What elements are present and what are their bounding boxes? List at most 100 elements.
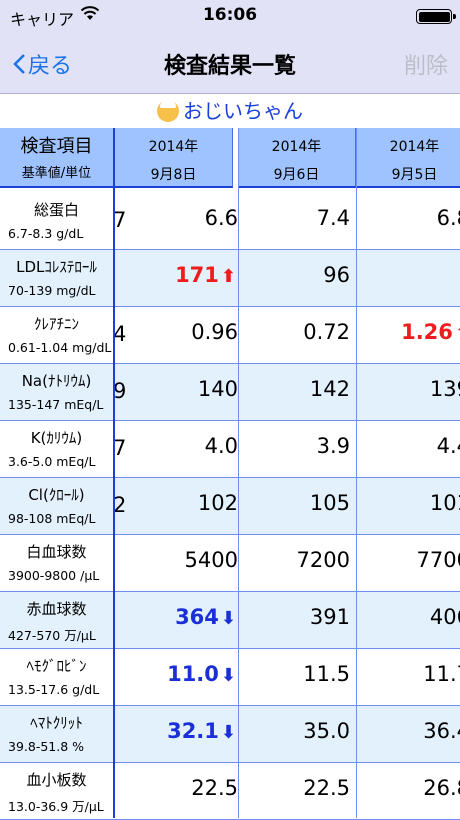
old-man-emoji-icon	[157, 99, 179, 122]
result-cell[interactable]: 171 ⬆	[175, 263, 236, 287]
test-item-name: ｸﾚｱﾁﾆﾝ	[33, 315, 79, 333]
clipped-value: 4	[113, 322, 127, 346]
value-text: 7.4	[316, 206, 350, 230]
result-cell[interactable]: 35.0	[303, 719, 350, 743]
reference-range: 70-139 mg/dL	[8, 283, 96, 298]
delete-button[interactable]: 削除	[404, 48, 448, 80]
result-cell[interactable]: 7200	[297, 548, 350, 572]
table-row[interactable]: K(ｶﾘｳﾑ) 3.6-5.0 mEq/L 7 4.0 3.9 4.4	[0, 421, 460, 478]
result-cell[interactable]: 96	[323, 263, 350, 287]
person-name-bar[interactable]: おじいちゃん	[0, 94, 460, 128]
date-year: 2014年	[148, 139, 199, 155]
result-cell[interactable]: 36.4	[423, 719, 460, 743]
table-row[interactable]: 総蛋白 6.7-8.3 g/dL 7 6.6 7.4 6.8	[0, 193, 460, 250]
result-cell[interactable]: 364 ⬇	[175, 605, 236, 629]
value-text: 6.8	[436, 206, 460, 230]
reference-range: 135-147 mEq/L	[8, 397, 104, 412]
result-cell[interactable]: 32.1 ⬇	[167, 719, 236, 743]
value-text: 171	[175, 263, 219, 287]
test-item-name: 血小板数	[26, 771, 87, 789]
result-cell[interactable]: 139	[430, 377, 460, 401]
date-year: 2014年	[389, 139, 440, 155]
result-cell[interactable]: 7.4	[317, 206, 350, 230]
value-text: 11.5	[303, 662, 350, 686]
test-item-name: 総蛋白	[33, 201, 79, 219]
value-text: 105	[309, 491, 350, 515]
value-text: 139	[429, 377, 460, 401]
result-cell[interactable]: 0.96	[191, 320, 238, 344]
clipped-value: 2	[113, 493, 127, 517]
table-row[interactable]: ｸﾚｱﾁﾆﾝ 0.61-1.04 mg/dL4 0.96 0.72 1.26⬆	[0, 307, 460, 364]
result-cell[interactable]: 142	[310, 377, 350, 401]
column-divider	[356, 128, 357, 818]
clipped-value: 9	[113, 379, 127, 403]
result-cell[interactable]: 6.8	[437, 206, 460, 230]
result-cell[interactable]: 7700	[417, 548, 460, 572]
unit-header-label: 基準値/単位	[21, 166, 92, 181]
value-text: 6.6	[204, 206, 238, 230]
result-cell[interactable]: 4.4	[437, 434, 460, 458]
reference-range: 13.0-36.9 万/μL	[8, 799, 104, 814]
result-cell[interactable]: 406	[430, 605, 460, 629]
result-cell[interactable]: 102	[198, 491, 238, 515]
date-day: 9月8日	[150, 167, 197, 183]
table-row[interactable]: LDLｺﾚｽﾃﾛｰﾙ 70-139 mg/dL 171 ⬆ 96	[0, 250, 460, 307]
value-text: 1.26	[401, 320, 453, 344]
value-text: 35.0	[303, 719, 350, 743]
test-item-name: Cl(ｸﾛｰﾙ)	[28, 486, 85, 504]
value-text: 4.0	[204, 434, 238, 458]
table-row[interactable]: 白血球数 3900-9800 /μL 5400 7200 7700	[0, 535, 460, 592]
date-day: 9月5日	[391, 167, 438, 183]
value-text: 5400	[184, 548, 238, 572]
value-text: 0.72	[303, 320, 350, 344]
table-row[interactable]: ﾍﾏﾄｸﾘｯﾄ 39.8-51.8 % 32.1⬇ 35.0 36.4	[0, 706, 460, 763]
reference-range: 98-108 mEq/L	[8, 511, 96, 526]
result-cell[interactable]: 0.72	[303, 320, 350, 344]
date-column-header[interactable]: 2014年 9月8日	[115, 128, 233, 188]
table-row[interactable]: ﾍﾓｸﾞﾛﾋﾞﾝ 13.5-17.6 g/dL 11.0⬇ 11.5 11.7	[0, 649, 460, 706]
status-time: 16:06	[202, 5, 258, 25]
result-cell[interactable]: 1.26⬆	[401, 320, 460, 344]
result-cell[interactable]: 5400	[185, 548, 238, 572]
reference-range: 6.7-8.3 g/dL	[8, 226, 84, 241]
date-column-header[interactable]: 2014年 9月6日	[238, 128, 356, 188]
battery-icon	[416, 9, 456, 24]
reference-range: 3.6-5.0 mEq/L	[8, 454, 96, 469]
result-cell[interactable]: 105	[310, 491, 350, 515]
result-cell[interactable]: 6.6	[205, 206, 238, 230]
test-item-name: 白血球数	[26, 543, 87, 561]
value-text: 96	[323, 263, 350, 287]
result-cell[interactable]: 11.7	[423, 662, 460, 686]
result-cell[interactable]: 3.9	[317, 434, 350, 458]
result-cell[interactable]: 391	[310, 605, 350, 629]
result-cell[interactable]: 4.0	[205, 434, 238, 458]
value-text: 406	[429, 605, 460, 629]
value-text: 11.0	[167, 662, 219, 686]
value-text: 102	[197, 491, 238, 515]
column-separator	[113, 128, 115, 818]
value-text: 101	[429, 491, 460, 515]
result-cell[interactable]: 140	[198, 377, 238, 401]
table-row[interactable]: 血小板数 13.0-36.9 万/μL 22.5 22.5 26.8	[0, 763, 460, 820]
result-cell[interactable]: 11.0 ⬇	[167, 662, 236, 686]
table-row[interactable]: Cl(ｸﾛｰﾙ) 98-108 mEq/L 2 102 105 101	[0, 478, 460, 535]
result-cell[interactable]: 22.5	[191, 776, 238, 800]
result-cell[interactable]: 22.5	[303, 776, 350, 800]
reference-range: 13.5-17.6 g/dL	[8, 682, 100, 697]
result-cell[interactable]: 26.8	[423, 776, 460, 800]
value-text: 36.4	[423, 719, 460, 743]
date-column-header[interactable]: 2014年 9月5日	[356, 128, 460, 188]
clipped-value: 7	[113, 436, 127, 460]
value-text: 22.5	[191, 776, 238, 800]
value-text: 32.1	[167, 719, 219, 743]
table-row[interactable]: Na(ﾅﾄﾘｳﾑ) 135-147 mEq/L 9 140 142 139	[0, 364, 460, 421]
test-item-name: Na(ﾅﾄﾘｳﾑ)	[21, 372, 92, 390]
value-text: 0.96	[191, 320, 238, 344]
arrow-down-icon: ⬇	[220, 722, 236, 743]
result-cell[interactable]: 11.5	[303, 662, 350, 686]
arrow-up-icon: ⬆	[455, 323, 460, 344]
value-text: 140	[197, 377, 238, 401]
result-cell[interactable]: 101	[430, 491, 460, 515]
table-row[interactable]: 赤血球数 427-570 万/μL 364⬇ 391 406	[0, 592, 460, 649]
value-text: 7700	[416, 548, 460, 572]
